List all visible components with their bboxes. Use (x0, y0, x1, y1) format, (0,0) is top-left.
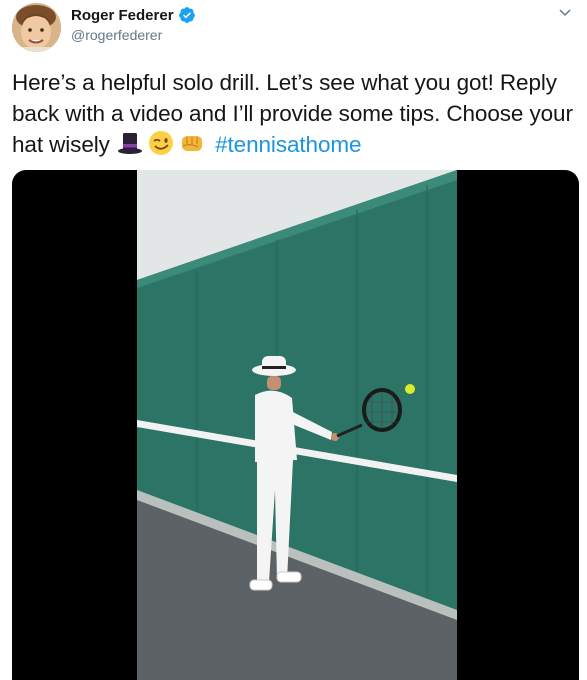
video-player[interactable] (12, 170, 579, 680)
tweet-text: Here’s a helpful solo drill. Let’s see w… (12, 67, 580, 160)
author-info: Roger Federer @rogerfederer (71, 5, 196, 43)
display-name[interactable]: Roger Federer (71, 7, 174, 24)
user-handle[interactable]: @rogerfederer (71, 27, 196, 43)
oncoming-fist-emoji-icon (181, 136, 202, 151)
winking-face-emoji-icon (148, 131, 173, 155)
avatar[interactable] (12, 3, 61, 52)
profile-photo-icon (12, 3, 61, 52)
tennis-wall-drill-video-frame (137, 170, 457, 680)
hashtag-link[interactable]: #tennisathome (215, 132, 361, 157)
tweet-card[interactable]: Roger Federer @rogerfederer Here’s a hel… (0, 0, 587, 680)
top-hat-emoji-icon (117, 133, 142, 154)
chevron-down-icon[interactable] (557, 4, 573, 20)
verified-badge-icon (178, 7, 195, 23)
